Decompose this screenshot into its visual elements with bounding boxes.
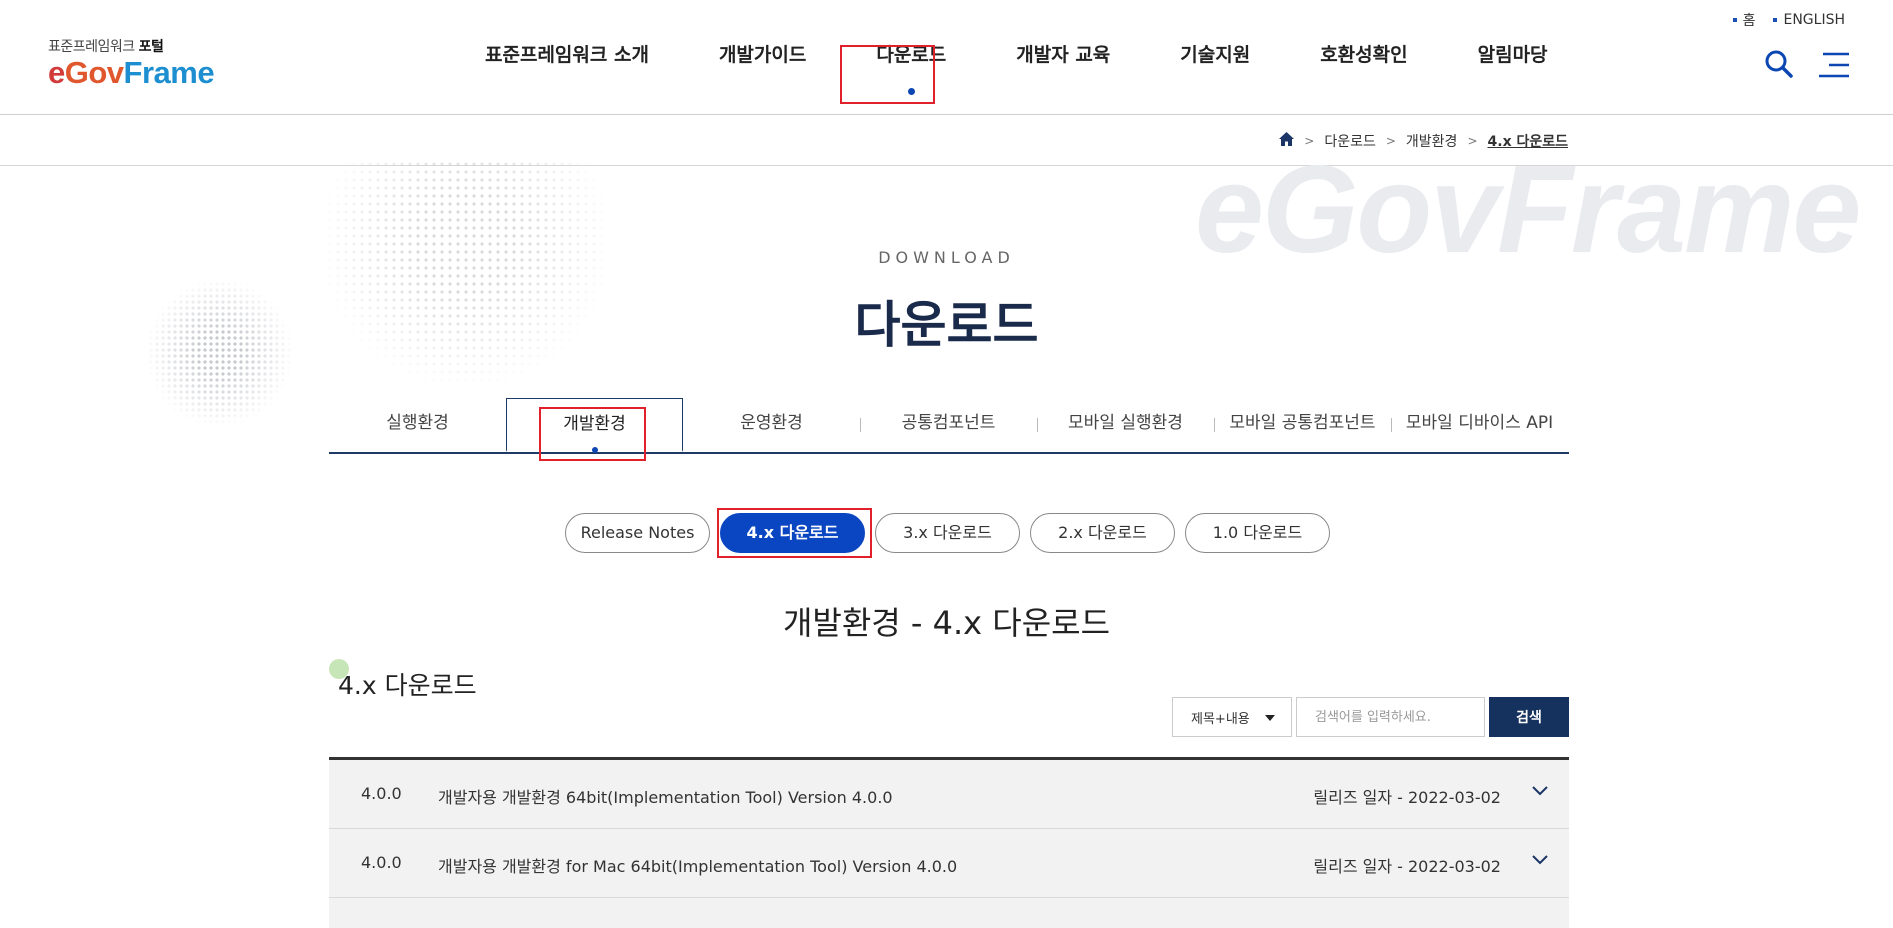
english-link-label: ENGLISH — [1783, 12, 1845, 28]
tab-ops-env[interactable]: 운영환경 — [683, 398, 860, 452]
tab-label: 모바일 실행환경 — [1068, 413, 1183, 433]
tab-label: 실행환경 — [386, 413, 449, 433]
chevron-down-icon[interactable] — [1531, 851, 1549, 869]
list-item[interactable]: 4.0.0 개발자용 개발환경 64bit(Implementation Too… — [329, 760, 1569, 829]
tab-mobile-common-components[interactable]: 모바일 공통컴포넌트 — [1214, 398, 1391, 452]
list-item[interactable]: 4.0.0 개발자용 개발환경 for Mac 64bit(Implementa… — [329, 829, 1569, 898]
gnb-label: 개발가이드 — [718, 44, 807, 66]
search-icon[interactable] — [1763, 48, 1795, 80]
row-title: 개발자용 개발환경 for Mac 64bit(Implementation T… — [438, 857, 958, 876]
page-eyebrow: DOWNLOAD — [878, 248, 1015, 267]
row-release-date: 릴리즈 일자 - 2022-03-02 — [1313, 857, 1501, 876]
pill-1-0-download[interactable]: 1.0 다운로드 — [1185, 513, 1330, 553]
tab-common-components[interactable]: 공통컴포넌트 — [860, 398, 1037, 452]
highlight-box-4x-pill — [717, 508, 872, 558]
site-header: 표준프레임워크 포털 eGovFrame 표준프레임워크 소개 개발가이드 다운… — [0, 0, 1893, 115]
gnb-item-intro[interactable]: 표준프레임워크 소개 — [450, 44, 684, 84]
gnb-item-dev-guide[interactable]: 개발가이드 — [684, 44, 841, 84]
tab-label: 운영환경 — [740, 413, 803, 433]
utility-links: 홈 ENGLISH — [1732, 10, 1845, 30]
logo-subtitle-text: 표준프레임워크 — [48, 39, 135, 55]
tab-divider — [1037, 418, 1038, 432]
download-list: 4.0.0 개발자용 개발환경 64bit(Implementation Too… — [329, 757, 1569, 928]
highlight-box-gnb-download — [840, 45, 935, 104]
sub-heading-text: 4.x 다운로드 — [338, 671, 477, 700]
pill-release-notes[interactable]: Release Notes — [565, 513, 710, 553]
version-pills: Release Notes 4.x 다운로드 3.x 다운로드 2.x 다운로드… — [565, 513, 1330, 553]
row-version: 4.0.0 — [361, 784, 402, 803]
pill-3x-download[interactable]: 3.x 다운로드 — [875, 513, 1020, 553]
page-title: 다운로드 — [854, 296, 1039, 354]
tab-mobile-runtime[interactable]: 모바일 실행환경 — [1037, 398, 1214, 452]
logo-subtitle-bold: 포털 — [138, 39, 164, 55]
gnb-item-education[interactable]: 개발자 교육 — [981, 44, 1145, 84]
english-link[interactable]: ENGLISH — [1773, 10, 1845, 30]
search-button[interactable]: 검색 — [1489, 697, 1569, 737]
search-type-select[interactable]: 제목+내용 — [1172, 697, 1292, 737]
row-title: 개발자용 개발환경 64bit(Implementation Tool) Ver… — [438, 788, 893, 807]
search-input[interactable] — [1296, 697, 1485, 737]
search-type-value: 제목+내용 — [1191, 711, 1250, 727]
logo-e: e — [48, 55, 65, 90]
search-area: 제목+내용 검색 — [1172, 697, 1569, 737]
gnb-item-tech-support[interactable]: 기술지원 — [1145, 44, 1285, 84]
pill-2x-download[interactable]: 2.x 다운로드 — [1030, 513, 1175, 553]
row-version: 4.0.0 — [361, 853, 402, 872]
decorative-dot-pattern — [326, 160, 606, 395]
hamburger-menu-icon[interactable] — [1819, 52, 1849, 78]
tab-runtime-env[interactable]: 실행환경 — [329, 398, 506, 452]
gnb-item-compatibility[interactable]: 호환성확인 — [1285, 44, 1442, 84]
tab-label: 공통컴포넌트 — [901, 413, 996, 433]
gnb-label: 호환성확인 — [1320, 44, 1408, 66]
bullet-icon — [1773, 18, 1778, 22]
sub-tabs: 실행환경 개발환경 운영환경 공통컴포넌트 모바일 실행환경 모바일 공통컴포넌… — [329, 398, 1569, 454]
tab-divider — [1214, 418, 1215, 432]
tab-divider — [1391, 418, 1392, 432]
home-link-label: 홈 — [1742, 13, 1756, 29]
home-link[interactable]: 홈 — [1732, 10, 1756, 30]
gnb-label: 표준프레임워크 소개 — [485, 44, 649, 66]
tab-mobile-device-api[interactable]: 모바일 디바이스 API — [1391, 398, 1568, 452]
logo-subtitle: 표준프레임워크 포털 — [48, 36, 214, 56]
gnb-label: 알림마당 — [1477, 44, 1548, 66]
tab-label: 모바일 디바이스 API — [1405, 413, 1554, 433]
tab-divider — [860, 418, 861, 432]
egovframe-logo[interactable]: 표준프레임워크 포털 eGovFrame — [48, 36, 215, 90]
gnb-label: 개발자 교육 — [1016, 44, 1111, 66]
section-title: 개발환경 - 4.x 다운로드 — [782, 604, 1111, 642]
bullet-icon — [1732, 18, 1737, 22]
gnb-item-notice[interactable]: 알림마당 — [1443, 44, 1583, 84]
highlight-box-dev-env-tab — [539, 407, 646, 461]
logo-wordmark: eGovFrame — [48, 55, 215, 90]
chevron-down-icon[interactable] — [1531, 782, 1549, 800]
logo-gov: Gov — [64, 55, 124, 90]
main-navigation: 표준프레임워크 소개 개발가이드 다운로드 개발자 교육 기술지원 호환성확인 … — [450, 44, 1583, 95]
row-release-date: 릴리즈 일자 - 2022-03-02 — [1313, 788, 1501, 807]
list-item-partial — [329, 898, 1569, 928]
tab-label: 모바일 공통컴포넌트 — [1229, 413, 1376, 433]
logo-frame: Frame — [123, 55, 215, 90]
sub-heading: 4.x 다운로드 — [329, 659, 477, 702]
caret-down-icon — [1265, 715, 1275, 721]
gnb-label: 기술지원 — [1180, 44, 1251, 66]
